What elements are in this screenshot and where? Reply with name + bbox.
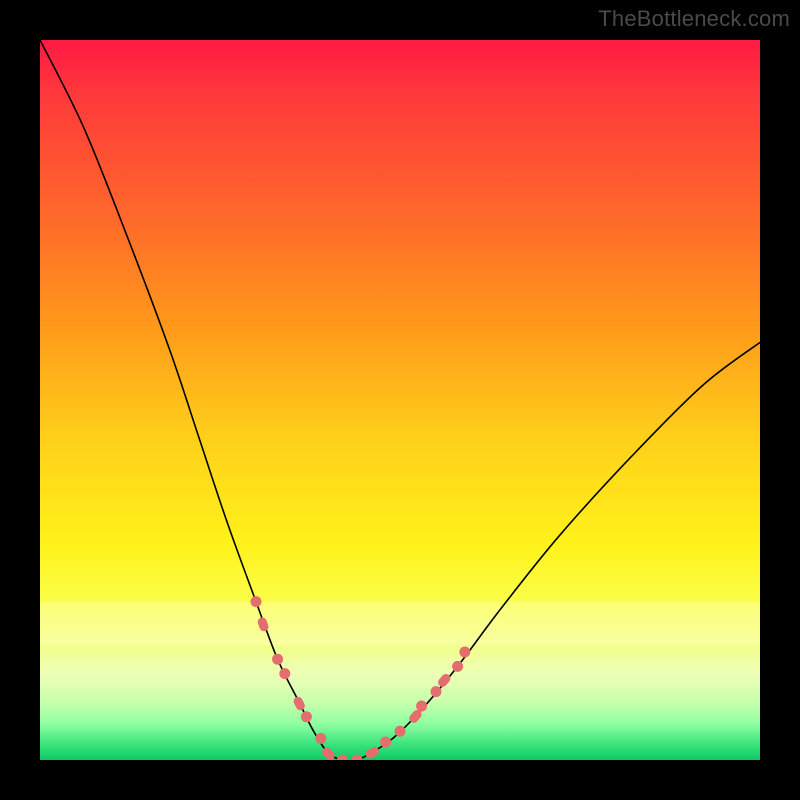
highlight-dot (459, 647, 470, 658)
highlight-dot (315, 733, 326, 744)
highlight-bar (292, 695, 306, 712)
highlight-bar (256, 616, 269, 632)
highlight-bar (364, 745, 381, 760)
highlight-dot (251, 596, 262, 607)
curve-svg (40, 40, 760, 760)
highlight-dot (337, 755, 348, 761)
highlight-dot (272, 654, 283, 665)
highlight-dot (452, 661, 463, 672)
highlight-bar (436, 672, 452, 688)
watermark-text: TheBottleneck.com (598, 6, 790, 32)
chart-frame: TheBottleneck.com (0, 0, 800, 800)
highlight-dot (301, 711, 312, 722)
highlight-dot (395, 726, 406, 737)
plot-area (40, 40, 760, 760)
highlight-dot (279, 668, 290, 679)
highlight-dot (431, 686, 442, 697)
highlight-dot (351, 755, 362, 761)
bottleneck-curve (40, 40, 760, 760)
highlight-dot (380, 737, 391, 748)
highlight-dot (416, 701, 427, 712)
highlight-dots (251, 596, 471, 760)
